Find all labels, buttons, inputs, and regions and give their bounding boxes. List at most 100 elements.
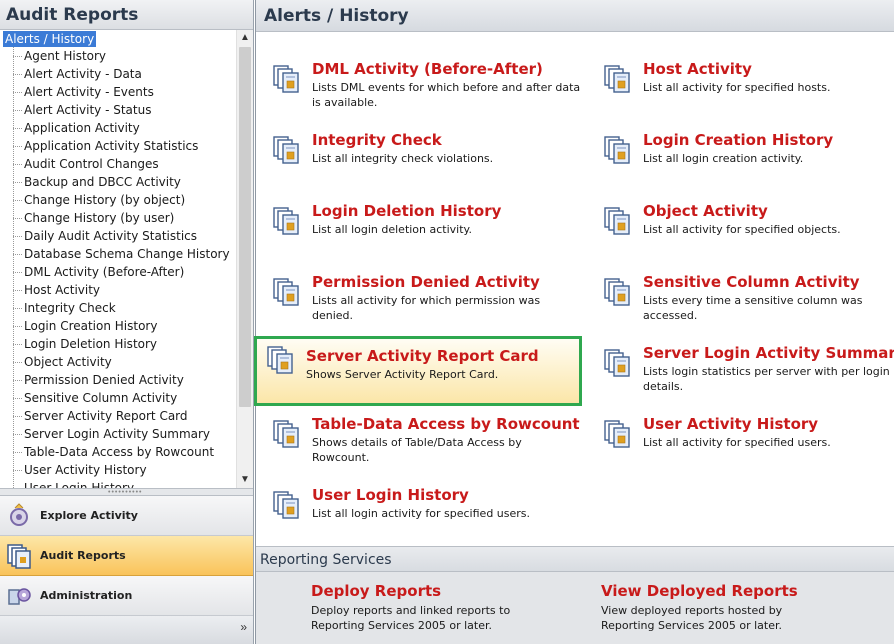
tree-connector	[13, 164, 22, 165]
tree-root-alerts-history[interactable]: Alerts / History	[3, 31, 97, 47]
tree-connector	[13, 452, 22, 453]
report-table-data-access-by-rowcount[interactable]: Table-Data Access by Rowcount Shows detai…	[260, 415, 580, 481]
report-title[interactable]: DML Activity (Before-After)	[312, 60, 543, 78]
report-title[interactable]: Server Login Activity Summary	[643, 344, 894, 362]
nav-audit-reports-label: Audit Reports	[40, 549, 126, 562]
tree-item-application-activity-statistics[interactable]: Application Activity Statistics	[24, 137, 198, 155]
report-description: Lists every time a sensitive column was …	[643, 294, 863, 322]
report-title[interactable]: Sensitive Column Activity	[643, 273, 860, 291]
tree-item-alert-activity-events[interactable]: Alert Activity - Events	[24, 83, 154, 101]
tree-item-application-activity[interactable]: Application Activity	[24, 119, 140, 137]
tree-connector	[13, 398, 22, 399]
reporting-services-area: Deploy Reports Deploy reports and linked…	[256, 572, 894, 644]
nav-administration[interactable]: Administration	[0, 576, 253, 616]
report-description: List all activity for specified objects.	[643, 223, 841, 236]
tree-item-dml-activity-before-after[interactable]: DML Activity (Before-After)	[24, 263, 184, 281]
pane-splitter[interactable]: ••••••••••	[0, 488, 253, 496]
report-title[interactable]: Table-Data Access by Rowcount	[312, 415, 580, 433]
report-integrity-check[interactable]: Integrity Check List all integrity check …	[260, 131, 580, 197]
report-user-activity-history[interactable]: User Activity History List all activity f…	[591, 415, 894, 481]
report-permission-denied-activity[interactable]: Permission Denied Activity Lists all acti…	[260, 273, 580, 339]
app-window: Audit Reports Alerts / History Agent His…	[0, 0, 894, 644]
report-title[interactable]: Object Activity	[643, 202, 768, 220]
report-login-deletion-history[interactable]: Login Deletion History List all login del…	[260, 202, 580, 268]
report-login-creation-history[interactable]: Login Creation History List all login cre…	[591, 131, 894, 197]
report-object-activity[interactable]: Object Activity List all activity for spe…	[591, 202, 894, 268]
report-title[interactable]: Login Creation History	[643, 131, 833, 149]
tree-item-daily-audit-activity-statistics[interactable]: Daily Audit Activity Statistics	[24, 227, 197, 245]
nav-administration-label: Administration	[40, 589, 133, 602]
scrollbar-thumb[interactable]	[239, 47, 251, 407]
navigation-pane-header: Audit Reports	[0, 0, 253, 30]
tree-item-alert-activity-data[interactable]: Alert Activity - Data	[24, 65, 142, 83]
report-description: List all login activity for specified us…	[312, 507, 531, 520]
report-user-login-history[interactable]: User Login History List all login activit…	[260, 486, 580, 552]
tree-item-change-history-by-user[interactable]: Change History (by user)	[24, 209, 174, 227]
tree-connector	[13, 344, 22, 345]
tree-item-audit-control-changes[interactable]: Audit Control Changes	[24, 155, 159, 173]
reporting-services-header: Reporting Services	[256, 546, 894, 572]
report-title[interactable]: Login Deletion History	[312, 202, 501, 220]
report-title[interactable]: User Login History	[312, 486, 469, 504]
tree-connector	[13, 362, 22, 363]
report-title[interactable]: Permission Denied Activity	[312, 273, 540, 291]
tree-item-user-login-history[interactable]: User Login History	[24, 479, 134, 488]
tree-item-alert-activity-status[interactable]: Alert Activity - Status	[24, 101, 151, 119]
tree-item-server-login-activity-summary[interactable]: Server Login Activity Summary	[24, 425, 210, 443]
tree-connector	[13, 47, 14, 488]
scroll-down-arrow-icon[interactable]: ▼	[237, 472, 253, 488]
report-tree: Alerts / History Agent History Alert Acti…	[0, 30, 253, 488]
report-server-login-activity-summary[interactable]: Server Login Activity Summary Lists login…	[591, 344, 894, 410]
page-title: Alerts / History	[264, 6, 409, 26]
report-sensitive-column-activity[interactable]: Sensitive Column Activity Lists every tim…	[591, 273, 894, 339]
report-title[interactable]: Host Activity	[643, 60, 752, 78]
scroll-up-arrow-icon[interactable]: ▲	[237, 30, 253, 46]
tree-item-host-activity[interactable]: Host Activity	[24, 281, 100, 299]
tree-item-table-data-access-by-rowcount[interactable]: Table-Data Access by Rowcount	[24, 443, 214, 461]
tree-item-server-activity-report-card[interactable]: Server Activity Report Card	[24, 407, 188, 425]
tree-item-permission-denied-activity[interactable]: Permission Denied Activity	[24, 371, 184, 389]
tree-item-object-activity[interactable]: Object Activity	[24, 353, 112, 371]
chevron-double-down-icon[interactable]: »	[240, 620, 247, 634]
deploy-reports-desc: Deploy reports and linked reports to Rep…	[311, 604, 511, 632]
tree-connector	[13, 326, 22, 327]
report-description: Lists login statistics per server with p…	[643, 365, 890, 393]
tree-item-sensitive-column-activity[interactable]: Sensitive Column Activity	[24, 389, 177, 407]
report-description: List all login deletion activity.	[312, 223, 472, 236]
tree-item-login-creation-history[interactable]: Login Creation History	[24, 317, 157, 335]
tree-item-integrity-check[interactable]: Integrity Check	[24, 299, 116, 317]
tree-connector	[13, 470, 22, 471]
explore-activity-icon	[10, 503, 28, 526]
report-description: List all login creation activity.	[643, 152, 804, 165]
tree-connector	[13, 74, 22, 75]
audit-reports-icon	[7, 544, 31, 569]
report-icon	[604, 278, 630, 306]
tree-item-change-history-by-object[interactable]: Change History (by object)	[24, 191, 185, 209]
tree-item-backup-and-dbcc-activity[interactable]: Backup and DBCC Activity	[24, 173, 181, 191]
tree-connector	[13, 218, 22, 219]
report-host-activity[interactable]: Host Activity List all activity for speci…	[591, 60, 894, 126]
deploy-reports-title[interactable]: Deploy Reports	[311, 582, 591, 600]
view-deployed-reports-desc: View deployed reports hosted by Reportin…	[601, 604, 783, 632]
report-description: Shows Server Activity Report Card.	[306, 368, 499, 381]
view-deployed-reports-title[interactable]: View Deployed Reports	[601, 582, 881, 600]
tree-scrollbar[interactable]: ▲ ▼	[236, 30, 253, 488]
report-title[interactable]: Integrity Check	[312, 131, 442, 149]
nav-audit-reports[interactable]: Audit Reports	[0, 536, 253, 576]
tree-item-agent-history[interactable]: Agent History	[24, 47, 106, 65]
report-dml-activity-before-after[interactable]: DML Activity (Before-After) Lists DML eve…	[260, 60, 580, 126]
report-title[interactable]: Server Activity Report Card	[306, 347, 539, 365]
view-deployed-reports-link[interactable]: View Deployed Reports View deployed repo…	[601, 582, 881, 633]
nav-explore-activity[interactable]: Explore Activity	[0, 496, 253, 536]
administration-icon	[8, 588, 31, 605]
tree-item-login-deletion-history[interactable]: Login Deletion History	[24, 335, 157, 353]
tree-item-database-schema-change-history[interactable]: Database Schema Change History	[24, 245, 230, 263]
report-title[interactable]: User Activity History	[643, 415, 818, 433]
report-server-activity-report-card[interactable]: Server Activity Report Card Shows Server …	[254, 336, 582, 406]
tree-connector	[13, 56, 22, 57]
tree-item-user-activity-history[interactable]: User Activity History	[24, 461, 147, 479]
deploy-reports-link[interactable]: Deploy Reports Deploy reports and linked…	[311, 582, 591, 633]
report-description: List all activity for specified hosts.	[643, 81, 831, 94]
report-description: Lists all activity for which permission …	[312, 294, 541, 322]
report-icon	[267, 346, 293, 374]
